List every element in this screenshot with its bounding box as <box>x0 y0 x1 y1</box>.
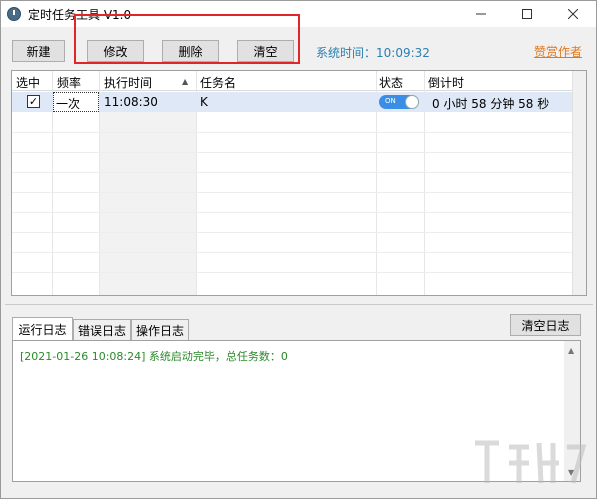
toggle-knob <box>405 95 419 109</box>
header-frequency[interactable]: 频率 <box>57 74 81 91</box>
minimize-button[interactable] <box>458 1 504 27</box>
app-clock-icon <box>7 7 21 21</box>
sort-ascending-icon: ▲ <box>182 77 189 86</box>
scroll-up-icon[interactable]: ▲ <box>568 346 574 355</box>
grid-scrollbar[interactable] <box>572 71 586 295</box>
table-row[interactable]: ✓ 一次 11:08:30 K ON 0 小时 58 分钟 58 秒 <box>12 92 586 112</box>
new-button[interactable]: 新建 <box>12 40 65 62</box>
maximize-icon <box>522 9 532 19</box>
tab-error-log[interactable]: 错误日志 <box>73 319 131 340</box>
system-time-value: 10:09:32 <box>376 46 430 60</box>
minimize-icon <box>476 13 486 15</box>
grid-header: 选中 频率 执行时间 ▲ 任务名 状态 倒计时 <box>12 71 586 91</box>
task-name-value: K <box>200 95 208 109</box>
divider <box>5 304 593 305</box>
system-time: 系统时间：10:09:32 <box>316 44 430 61</box>
system-time-label: 系统时间： <box>316 46 377 60</box>
row-checkbox[interactable]: ✓ <box>27 95 40 108</box>
highlight-box <box>74 14 300 64</box>
tab-run-log[interactable]: 运行日志 <box>12 317 73 341</box>
header-select[interactable]: 选中 <box>16 74 40 91</box>
close-icon <box>568 9 578 19</box>
clear-log-button[interactable]: 清空日志 <box>510 314 581 336</box>
tab-operation-log[interactable]: 操作日志 <box>131 319 189 340</box>
watermark-logo <box>475 440 587 484</box>
exec-time-value: 11:08:30 <box>104 95 158 109</box>
header-status[interactable]: 状态 <box>379 74 403 91</box>
exec-time-column-bg <box>100 92 196 295</box>
countdown-value: 0 小时 58 分钟 58 秒 <box>432 97 550 111</box>
task-grid[interactable]: 选中 频率 执行时间 ▲ 任务名 状态 倒计时 ✓ 一次 11:08:30 K … <box>11 70 587 296</box>
donate-link[interactable]: 赞赏作者 <box>534 43 582 60</box>
header-countdown[interactable]: 倒计时 <box>428 74 464 91</box>
header-task-name[interactable]: 任务名 <box>200 74 236 91</box>
close-button[interactable] <box>550 1 596 27</box>
frequency-value: 一次 <box>56 97 81 111</box>
log-line: [2021-01-26 10:08:24] 系统启动完毕，总任务数：0 <box>20 350 288 363</box>
status-toggle-label: ON <box>385 97 396 105</box>
header-exec-time[interactable]: 执行时间 <box>104 74 152 91</box>
app-window: 定时任务工具 V1.0 新建 修改 删除 清空 系统时间：10:09:32 赞赏… <box>0 0 597 499</box>
status-toggle[interactable]: ON <box>379 95 419 109</box>
maximize-button[interactable] <box>504 1 550 27</box>
